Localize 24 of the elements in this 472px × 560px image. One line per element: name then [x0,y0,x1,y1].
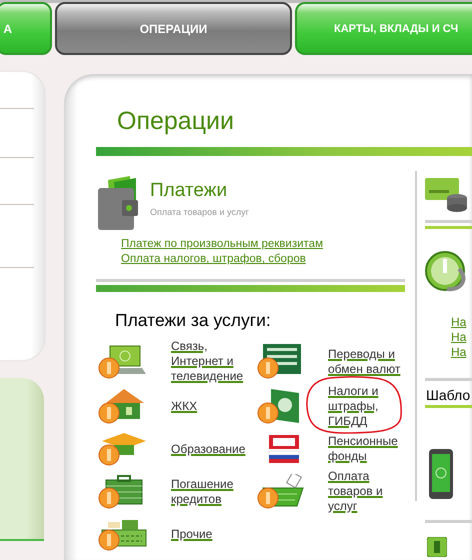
section-title: Платежи [150,180,228,202]
service-link[interactable]: Переводы и обмен валют [328,346,405,376]
laptop-icon [96,344,148,380]
service-link[interactable]: Пенсионные фонды [328,434,405,464]
account-link[interactable]: На [451,345,466,360]
service-link[interactable]: Образование [171,442,246,456]
section-subtitle: Оплата товаров и услуг [150,207,249,217]
phone-icon [428,448,454,500]
payment-link[interactable]: Оплата налогов, штрафов, сборов [121,252,306,267]
service-link[interactable]: Оплата товаров и услуг [328,469,405,514]
card-coins-icon [425,176,469,212]
cap-icon [96,431,148,467]
page-title: Операции [117,107,234,135]
nav-tab[interactable]: ОПЕРАЦИИ [55,2,292,55]
service-link[interactable]: ЖКХ [171,399,198,414]
service-link[interactable]: Прочие [171,526,212,542]
services-heading: Платежи за услуги: [115,309,271,331]
account-link[interactable]: На [451,330,466,345]
service-link[interactable]: Связь, Интернет и телевидение [171,339,255,384]
account-link[interactable]: На [451,315,466,330]
payment-link[interactable]: Платеж по произвольным реквизитам [121,237,323,252]
templates-heading: Шабло [426,387,470,403]
service-link[interactable]: Налоги и штрафы, ГИБДД [328,384,405,429]
service-link[interactable]: Погашение кредитов [171,476,255,506]
